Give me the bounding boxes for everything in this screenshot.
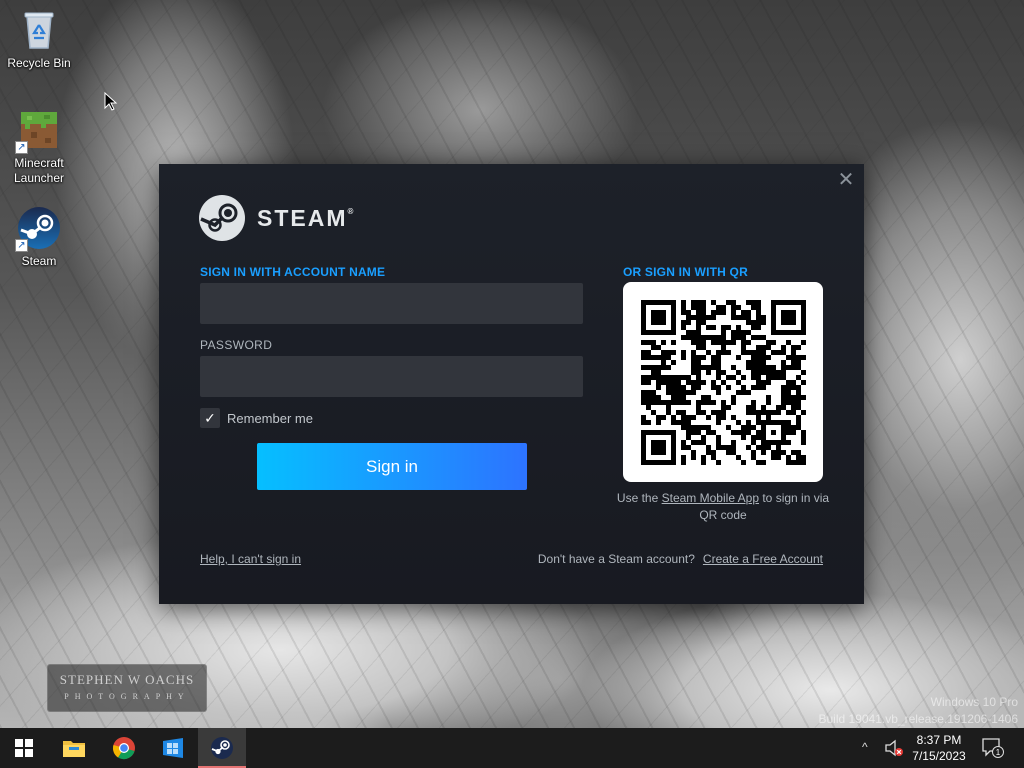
clock-time: 8:37 PM (916, 733, 962, 747)
remember-me-toggle[interactable]: ✓ Remember me (200, 408, 313, 428)
windows-build-watermark: Windows 10 Pro Build 19041.vb_release.19… (819, 694, 1019, 728)
watermark-line-2: PHOTOGRAPHY (64, 692, 190, 701)
start-button[interactable] (0, 728, 48, 768)
qr-signin-label: OR SIGN IN WITH QR (623, 265, 748, 279)
steam-login-dialog: ✕ STEAM® SIGN IN WITH ACCOUNT NAME PASSW… (159, 164, 864, 604)
qr-code (623, 282, 823, 482)
account-name-label: SIGN IN WITH ACCOUNT NAME (200, 265, 386, 279)
mouse-pointer-icon (104, 92, 118, 111)
taskbar-steam[interactable] (198, 728, 246, 768)
qr-caption-prefix: Use the (616, 491, 662, 505)
shortcut-arrow-icon: ↗ (15, 141, 28, 154)
steam-wordmark: STEAM® (257, 205, 353, 232)
desktop-icon-recycle-bin[interactable]: Recycle Bin (1, 8, 77, 71)
sign-in-button[interactable]: Sign in (257, 443, 527, 490)
remember-me-checkbox[interactable]: ✓ (200, 408, 220, 428)
checkmark-icon: ✓ (204, 410, 216, 426)
windows-edition-text: Windows 10 Pro (930, 695, 1018, 709)
steam-icon (211, 737, 233, 759)
qr-code-icon (641, 300, 806, 465)
taskbar-windows-store[interactable] (149, 728, 197, 768)
desktop-icon-minecraft-launcher[interactable]: ↗ Minecraft Launcher (1, 108, 77, 186)
password-label: PASSWORD (200, 338, 273, 352)
desktop-icon-label: Recycle Bin (7, 56, 71, 70)
remember-me-label: Remember me (227, 410, 313, 426)
help-cant-sign-in-link[interactable]: Help, I can't sign in (200, 552, 301, 566)
shortcut-arrow-icon: ↗ (15, 239, 28, 252)
taskbar-chrome[interactable] (100, 728, 148, 768)
create-free-account-link[interactable]: Create a Free Account (703, 552, 823, 566)
desktop-icon-label: Steam (21, 254, 57, 268)
desktop-icon-steam[interactable]: ↗ Steam (1, 206, 77, 269)
desktop-icon-label: Minecraft Launcher (13, 156, 65, 185)
system-clock[interactable]: 8:37 PM 7/15/2023 (906, 732, 972, 764)
steam-mobile-app-link[interactable]: Steam Mobile App (662, 491, 759, 505)
windows-store-icon (163, 738, 183, 758)
watermark-line-1: STEPHEN W OACHS (59, 672, 195, 687)
volume-muted-icon[interactable] (884, 738, 904, 758)
account-name-input[interactable] (200, 283, 583, 324)
password-input[interactable] (200, 356, 583, 397)
no-account-text: Don't have a Steam account? (537, 552, 695, 566)
windows-build-text: Build 19041.vb_release.191206-1406 (818, 712, 1019, 726)
recycle-bin-icon (17, 8, 61, 52)
start-icon (15, 739, 33, 757)
steam-desktop-icon: ↗ (15, 206, 61, 252)
clock-date: 7/15/2023 (912, 749, 966, 763)
taskbar: ^ 8:37 PM 7/15/2023 1 (0, 728, 1024, 768)
minecraft-launcher-icon: ↗ (15, 108, 61, 154)
steam-logo: STEAM® (199, 195, 353, 241)
taskbar-file-explorer[interactable] (50, 728, 98, 768)
close-icon[interactable]: ✕ (836, 170, 856, 190)
trademark-symbol: ® (347, 206, 354, 216)
steam-logo-icon (199, 195, 245, 241)
notification-count: 1 (996, 748, 1001, 757)
show-hidden-icons-chevron[interactable]: ^ (862, 740, 868, 754)
action-center-icon[interactable]: 1 (982, 738, 1004, 758)
create-account-row: Don't have a Steam account? Create a Free… (538, 552, 823, 566)
file-explorer-icon (63, 741, 85, 757)
photographer-watermark: STEPHEN W OACHS PHOTOGRAPHY (47, 664, 207, 712)
steam-brand-text: STEAM (257, 204, 348, 231)
qr-caption: Use the Steam Mobile App to sign in via … (611, 490, 835, 524)
chrome-icon (112, 737, 135, 760)
